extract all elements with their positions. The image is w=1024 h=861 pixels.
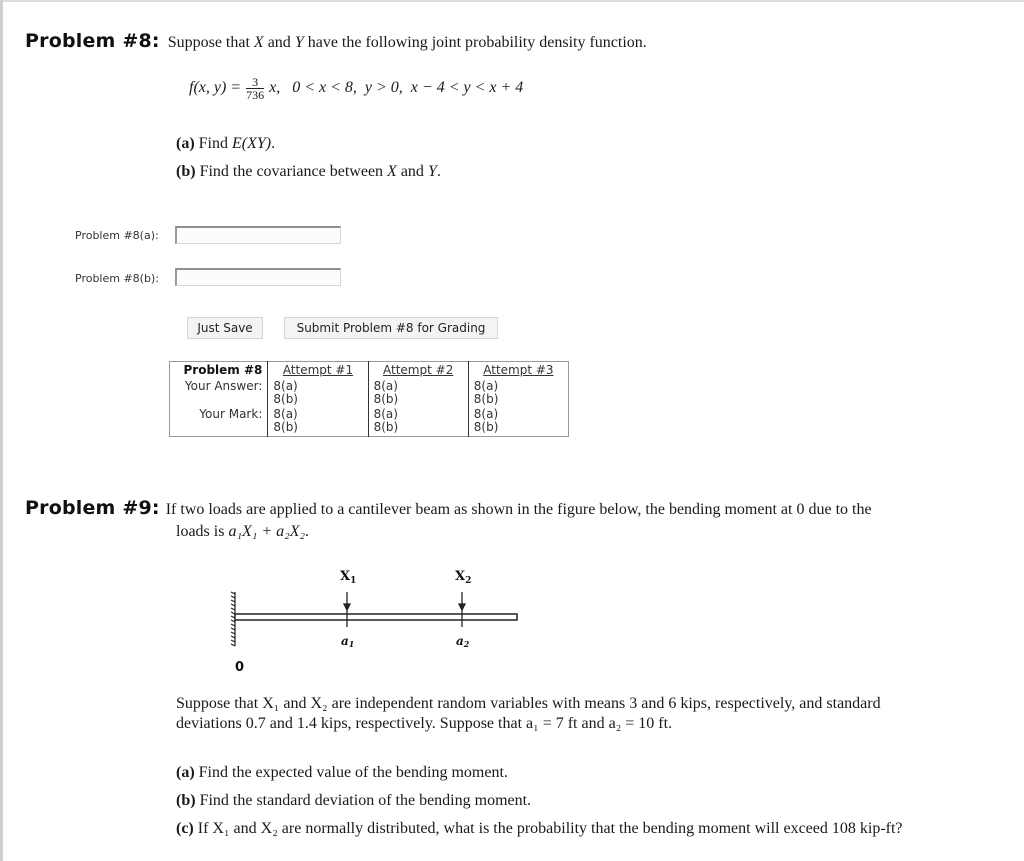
- cantilever-beam-figure: X1 X2 a1 a2 0: [230, 569, 518, 675]
- your-answer-label: Your Answer:: [169, 380, 269, 406]
- origin-label: 0: [235, 660, 244, 675]
- answer-b: 8(b): [273, 392, 298, 406]
- intro-math: a₁X₁ + a₂X₂: [228, 523, 306, 540]
- part-math: X: [387, 163, 397, 180]
- attempt-2-marks: 8(a) 8(b): [368, 406, 469, 437]
- problem-8-heading: Problem #8:: [25, 30, 160, 52]
- part-math: Y: [427, 163, 437, 180]
- part-text: Find the standard deviation of the bendi…: [195, 792, 532, 809]
- attempt-3-answers: 8(a) 8(b): [468, 380, 568, 406]
- problem-8-intro: Problem #8: Suppose that X and Y have th…: [25, 30, 647, 52]
- problem-9-body-line-1: Suppose that X₁ and X₂ are independent r…: [176, 695, 881, 712]
- fraction-denominator: 736: [246, 88, 265, 102]
- table-row: Your Answer: 8(a) 8(b) 8(a) 8(b) 8(a) 8(b): [169, 380, 569, 406]
- part-text: Find: [194, 135, 232, 152]
- attempt-2-link[interactable]: Attempt #2: [368, 361, 469, 380]
- answer-b: 8(b): [473, 392, 499, 406]
- problem-9-body-line-2: deviations 0.7 and 1.4 kips, respectivel…: [176, 715, 673, 732]
- part-text: Find the covariance between: [195, 163, 388, 180]
- problem-9-intro: Problem #9: If two loads are applied to …: [25, 497, 872, 519]
- answer-8b-label: Problem #8(b):: [75, 272, 159, 285]
- attempt-1-marks: 8(a) 8(b): [267, 406, 369, 437]
- mark-b: 8(b): [473, 420, 499, 434]
- var-x: X: [253, 34, 264, 51]
- formula-rhs: x, 0 < x < 8, y > 0, x − 4 < y < x + 4: [269, 79, 524, 97]
- answer-8a-label: Problem #8(a):: [75, 229, 159, 242]
- var-y: Y: [294, 34, 304, 51]
- attempt-1-answers: 8(a) 8(b): [267, 380, 369, 406]
- just-save-button[interactable]: Just Save: [187, 317, 263, 339]
- table-header-row: Problem #8 Attempt #1 Attempt #2 Attempt…: [169, 361, 569, 381]
- part-label: (b): [176, 163, 196, 180]
- formula-fraction: 3 736: [246, 76, 265, 102]
- problem-9-part-b: (b) Find the standard deviation of the b…: [176, 792, 531, 810]
- part-text: .: [271, 135, 276, 152]
- problem-9-part-a: (a) Find the expected value of the bendi…: [176, 764, 508, 782]
- problem-9-intro-line-2: loads is a₁X₁ + a₂X₂.: [176, 523, 309, 541]
- attempt-1-link[interactable]: Attempt #1: [267, 361, 369, 380]
- answer-b: 8(b): [373, 392, 399, 406]
- formula-lhs: f(x, y) =: [189, 79, 246, 97]
- intro-text: Suppose that: [167, 34, 254, 51]
- part-label: (b): [176, 792, 196, 809]
- problem-8-part-b: (b) Find the covariance between X and Y.: [176, 163, 441, 181]
- attempt-3-marks: 8(a) 8(b): [468, 406, 568, 437]
- load-1-arrow-icon: [342, 592, 352, 627]
- part-label: (c): [176, 820, 194, 837]
- attempts-table: Problem #8 Attempt #1 Attempt #2 Attempt…: [169, 361, 569, 437]
- problem-9-part-c: (c) If X₁ and X₂ are normally distribute…: [176, 820, 903, 838]
- load-1-label: X1: [340, 569, 356, 586]
- problem-9-heading: Problem #9:: [25, 497, 160, 519]
- mark-b: 8(b): [373, 420, 399, 434]
- part-text: If X₁ and X₂ are normally distributed, w…: [193, 820, 903, 837]
- table-row: Your Mark: 8(a) 8(b) 8(a) 8(b) 8(a) 8(b): [169, 406, 569, 437]
- part-label: (a): [176, 764, 195, 781]
- attempt-2-answers: 8(a) 8(b): [368, 380, 469, 406]
- intro-text: .: [305, 523, 310, 540]
- load-2-label: X2: [455, 569, 471, 586]
- problem-8-part-a: (a) Find E(XY).: [176, 135, 275, 153]
- part-label: (a): [176, 135, 195, 152]
- part-text: .: [436, 163, 441, 180]
- intro-text: have the following joint probability den…: [303, 34, 647, 51]
- position-2-label: a2: [456, 634, 470, 649]
- intro-text: loads is: [176, 523, 229, 540]
- part-text: Find the expected value of the bending m…: [194, 764, 508, 781]
- intro-line-1: If two loads are applied to a cantilever…: [165, 501, 872, 518]
- mark-b: 8(b): [273, 420, 298, 434]
- intro-text: and: [263, 34, 295, 51]
- your-mark-label: Your Mark:: [169, 406, 269, 437]
- beam: [234, 613, 518, 621]
- page-top-border: [0, 0, 1024, 2]
- pdf-formula: f(x, y) = 3 736 x, 0 < x < 8, y > 0, x −…: [189, 76, 523, 101]
- answer-8a-input[interactable]: [175, 226, 341, 244]
- answer-8b-input[interactable]: [175, 268, 341, 286]
- page-left-border: [0, 0, 3, 861]
- attempt-3-link[interactable]: Attempt #3: [468, 362, 568, 381]
- position-1-label: a1: [341, 634, 354, 649]
- part-text: and: [396, 163, 428, 180]
- table-problem-header: Problem #8: [169, 361, 269, 380]
- submit-grading-button[interactable]: Submit Problem #8 for Grading: [284, 317, 498, 339]
- part-math: E(XY): [232, 135, 272, 152]
- load-2-arrow-icon: [457, 592, 467, 627]
